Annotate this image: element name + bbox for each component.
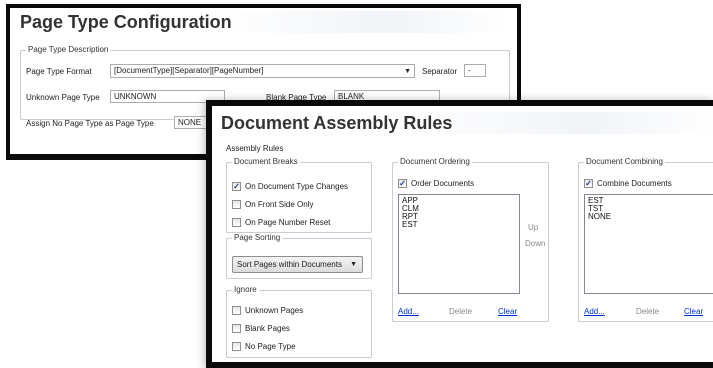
document-ordering-listbox[interactable]: APP CLM RPT EST	[398, 194, 520, 294]
chevron-down-icon: ▼	[350, 261, 357, 268]
separator-label: Separator	[422, 67, 458, 76]
ordering-clear-link[interactable]: Clear	[498, 307, 517, 316]
ordering-add-link[interactable]: Add...	[398, 307, 419, 316]
checkbox-checked-icon: ✓	[584, 179, 593, 188]
chevron-down-icon: ▼	[404, 68, 411, 75]
combining-add-link[interactable]: Add...	[584, 307, 605, 316]
page-type-description-label: Page Type Description	[26, 45, 111, 54]
list-item[interactable]: EST	[588, 197, 713, 205]
checkbox-icon	[232, 200, 241, 209]
combining-clear-link[interactable]: Clear	[684, 307, 703, 316]
list-item[interactable]: APP	[402, 197, 516, 205]
assign-no-page-type-label: Assign No Page Type as Page Type	[26, 119, 154, 128]
document-combining-label: Document Combining	[584, 157, 665, 166]
document-combining-listbox[interactable]: EST TST NONE	[584, 194, 713, 294]
assign-no-page-type-input[interactable]: NONE	[174, 116, 208, 129]
page-sorting-value: Sort Pages within Documents	[237, 260, 342, 269]
page-sorting-dropdown[interactable]: Sort Pages within Documents ▼	[232, 256, 363, 273]
document-assembly-rules-panel: Document Assembly Rules Assembly Rules D…	[206, 100, 713, 368]
checkbox-label: On Front Side Only	[245, 200, 314, 209]
checkbox-label: Blank Pages	[245, 324, 290, 333]
document-assembly-rules-title: Document Assembly Rules	[221, 113, 453, 133]
checkbox-checked-icon: ✓	[232, 182, 241, 191]
page-type-format-dropdown[interactable]: [DocumentType][Separator][PageNumber] ▼	[110, 64, 415, 78]
document-ordering-label: Document Ordering	[398, 157, 472, 166]
checkbox-label: Unknown Pages	[245, 306, 304, 315]
list-item[interactable]: RPT	[402, 213, 516, 221]
move-down-button[interactable]: Down	[525, 239, 545, 248]
checkbox-icon	[232, 324, 241, 333]
title-bar-background	[210, 11, 510, 33]
ignore-label: Ignore	[232, 285, 259, 294]
page-sorting-label: Page Sorting	[232, 233, 283, 242]
checkbox-label: No Page Type	[245, 342, 296, 351]
checkbox-label: Order Documents	[411, 179, 475, 188]
page-type-format-value: [DocumentType][Separator][PageNumber]	[114, 66, 264, 75]
ordering-delete-button[interactable]: Delete	[449, 307, 472, 316]
checkbox-label: On Page Number Reset	[245, 218, 331, 227]
checkbox-checked-icon: ✓	[398, 179, 407, 188]
list-item[interactable]: EST	[402, 221, 516, 229]
checkbox-label: Combine Documents	[597, 179, 672, 188]
page-type-format-label: Page Type Format	[26, 67, 92, 76]
checkbox-icon	[232, 342, 241, 351]
assembly-rules-label: Assembly Rules	[226, 144, 284, 153]
checkbox-icon	[232, 218, 241, 227]
list-item[interactable]: NONE	[588, 213, 713, 221]
combining-delete-button[interactable]: Delete	[636, 307, 659, 316]
document-breaks-label: Document Breaks	[232, 157, 300, 166]
list-item[interactable]: CLM	[402, 205, 516, 213]
page-type-config-title: Page Type Configuration	[20, 12, 232, 32]
unknown-page-type-label: Unknown Page Type	[26, 93, 100, 102]
checkbox-icon	[232, 306, 241, 315]
checkbox-label: On Document Type Changes	[245, 182, 349, 191]
move-up-button[interactable]: Up	[528, 223, 538, 232]
separator-input[interactable]: -	[464, 64, 486, 77]
